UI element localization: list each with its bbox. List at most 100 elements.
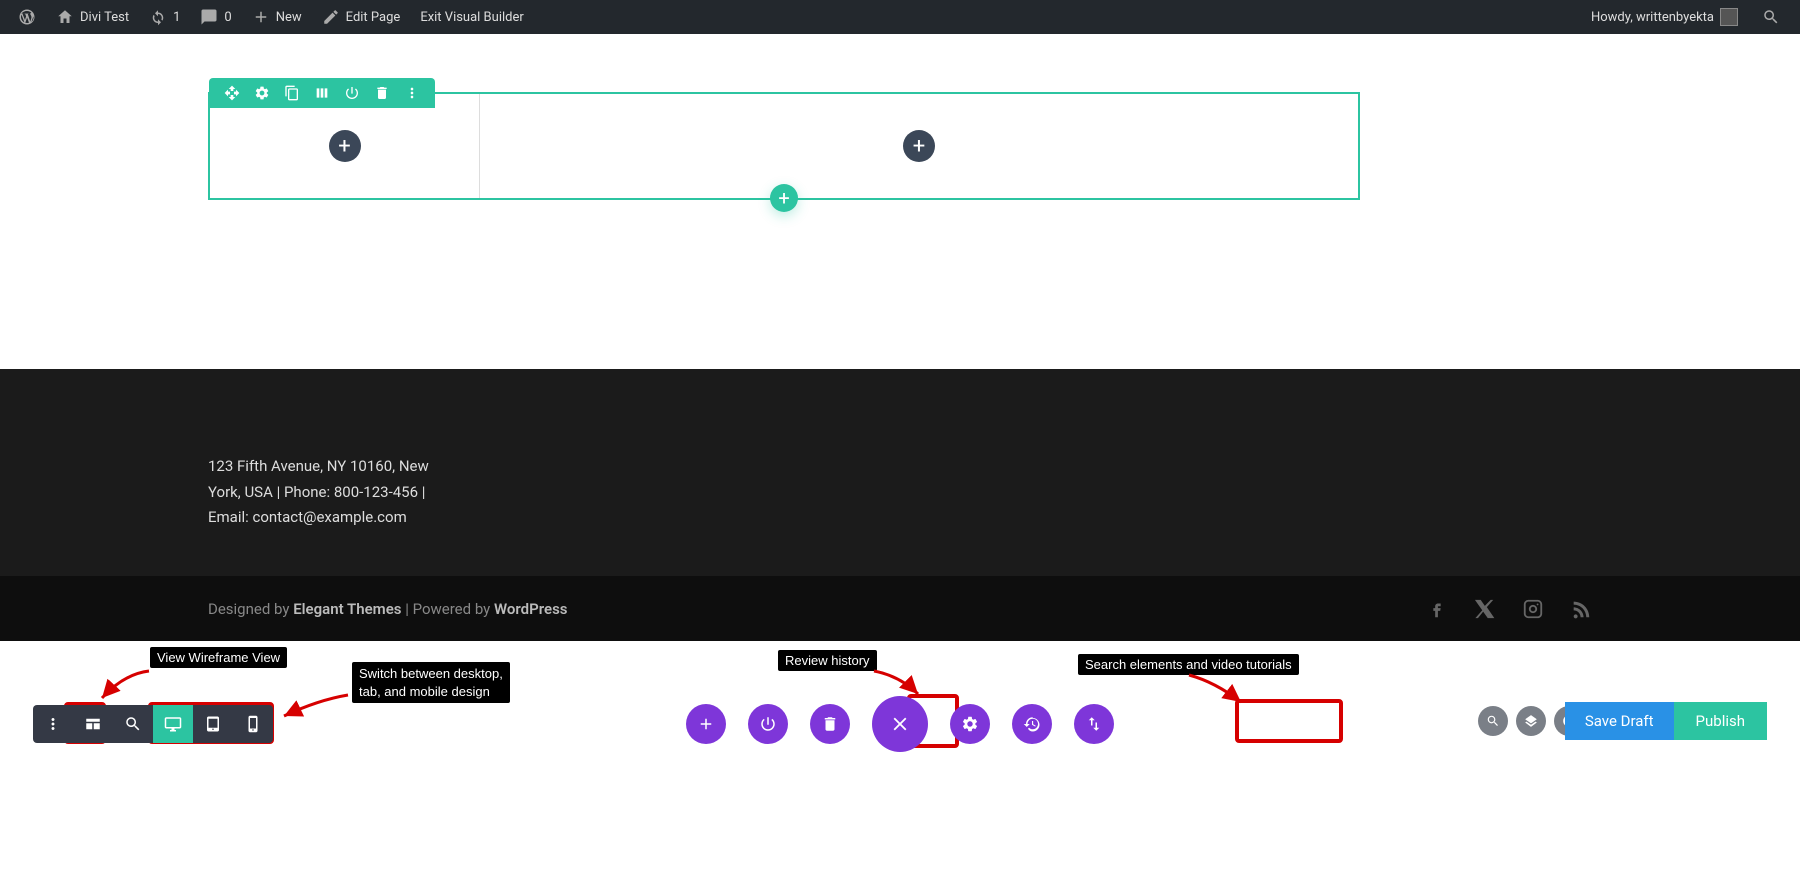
columns-icon [314,85,330,101]
footer-social [1426,598,1592,620]
view-mode-toolbar [33,705,273,743]
gear-icon [961,715,979,733]
desktop-icon [164,715,182,733]
add-module-button[interactable]: + [903,130,935,162]
comments[interactable]: 0 [190,0,241,34]
toolbar-menu-button[interactable] [33,705,73,743]
load-button[interactable] [748,704,788,744]
trash-icon [374,85,390,101]
comment-icon [200,8,218,26]
history-icon [1023,715,1041,733]
highlight-help [1235,699,1343,743]
avatar [1720,8,1738,26]
power-icon [759,715,777,733]
search-icon [124,715,142,733]
add-section-button[interactable] [686,704,726,744]
admin-bar-left: Divi Test 1 0 New Edit Page Exit Visual … [8,0,534,34]
tablet-icon [204,715,222,733]
wordpress-link[interactable]: WordPress [494,600,568,618]
gear-icon [254,85,270,101]
wp-logo[interactable] [8,0,46,34]
howdy-user[interactable]: Howdy, writtenbyekta [1581,0,1748,34]
portability-button[interactable] [1074,704,1114,744]
page-settings-button[interactable] [950,704,990,744]
power-button[interactable] [337,84,367,102]
column-2[interactable]: + [480,94,1358,198]
save-layout-button[interactable] [307,84,337,102]
site-name[interactable]: Divi Test [46,0,139,34]
facebook-icon[interactable] [1426,598,1448,620]
search-icon [1762,8,1780,26]
wireframe-icon [84,715,102,733]
row[interactable]: + + + [208,92,1360,200]
pencil-icon [322,8,340,26]
search-help-button[interactable] [1478,706,1508,736]
trash-icon [821,715,839,733]
footer-contact: 123 Fifth Avenue, NY 10160, New York, US… [0,369,440,531]
section[interactable]: + + + [208,92,1360,200]
annotation-history: Review history [778,650,877,671]
refresh-icon [149,8,167,26]
wireframe-view-button[interactable] [73,705,113,743]
more-vert-icon [44,715,62,733]
swap-vert-icon [1085,715,1103,733]
history-button[interactable] [1012,704,1052,744]
builder-actions [686,696,1114,752]
search-icon [1486,714,1500,728]
annotation-switch-view: Switch between desktop, tab, and mobile … [352,662,510,703]
save-publish-group: Save Draft Publish [1565,702,1767,740]
move-button[interactable] [217,84,247,102]
edit-page-label: Edit Page [346,10,401,25]
new-label: New [276,10,302,25]
admin-search[interactable] [1758,0,1784,34]
clear-button[interactable] [810,704,850,744]
elegant-themes-link[interactable]: Elegant Themes [293,600,401,618]
zoom-view-button[interactable] [113,705,153,743]
tablet-view-button[interactable] [193,705,233,743]
updates[interactable]: 1 [139,0,190,34]
settings-button[interactable] [247,84,277,102]
plus-icon [252,8,270,26]
close-builder-button[interactable] [872,696,928,752]
layers-button[interactable] [1516,706,1546,736]
delete-button[interactable] [367,84,397,102]
annotation-wireframe: View Wireframe View [150,647,287,668]
x-icon[interactable] [1474,598,1496,620]
edit-page[interactable]: Edit Page [312,0,411,34]
add-module-button[interactable]: + [329,130,361,162]
desktop-view-button[interactable] [153,705,193,743]
column-1[interactable]: + [210,94,480,198]
more-button[interactable] [397,84,427,102]
duplicate-button[interactable] [277,84,307,102]
comments-count: 0 [224,10,231,25]
howdy-text: Howdy, writtenbyekta [1591,10,1714,25]
exit-visual-builder[interactable]: Exit Visual Builder [410,0,533,34]
exit-builder-label: Exit Visual Builder [420,10,523,25]
section-toolbar [209,78,435,108]
power-icon [344,85,360,101]
footer-bottom-bar: Designed by Elegant Themes | Powered by … [0,576,1800,641]
new-content[interactable]: New [242,0,312,34]
builder-canvas: + + + [0,34,1800,369]
footer-credits: Designed by Elegant Themes | Powered by … [208,600,1426,618]
footer-contact-text: 123 Fifth Avenue, NY 10160, New York, US… [208,457,429,526]
updates-count: 1 [173,10,180,25]
close-icon [889,713,911,735]
wp-admin-bar: Divi Test 1 0 New Edit Page Exit Visual … [0,0,1800,34]
publish-button[interactable]: Publish [1674,702,1767,740]
wordpress-icon [18,8,36,26]
mobile-view-button[interactable] [233,705,273,743]
save-draft-button[interactable]: Save Draft [1565,702,1674,740]
instagram-icon[interactable] [1522,598,1544,620]
page-footer: 123 Fifth Avenue, NY 10160, New York, US… [0,369,1800,641]
add-row-button[interactable]: + [770,184,798,212]
builder-bar [0,641,1800,885]
powered-prefix: | Powered by [401,600,494,618]
home-icon [56,8,74,26]
designed-prefix: Designed by [208,600,293,618]
rss-icon[interactable] [1570,598,1592,620]
layers-icon [1524,714,1538,728]
admin-bar-right: Howdy, writtenbyekta [1581,0,1792,34]
more-vert-icon [404,85,420,101]
annotation-search-help: Search elements and video tutorials [1078,654,1299,675]
